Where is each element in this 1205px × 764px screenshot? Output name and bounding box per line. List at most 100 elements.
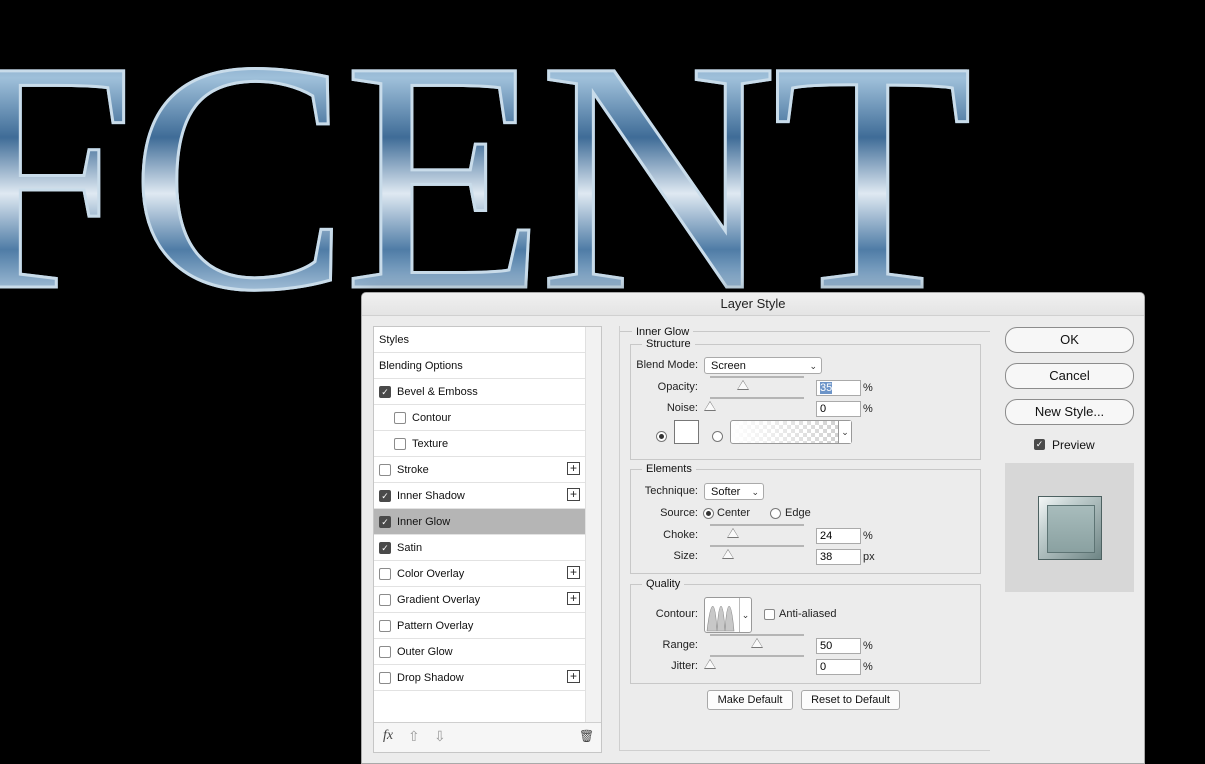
new-style-button[interactable]: New Style...	[1005, 399, 1134, 425]
sidebar-checkbox-satin[interactable]: ✓	[379, 541, 391, 554]
trash-icon[interactable]: 🗑	[579, 729, 594, 743]
choke-label: Choke:	[663, 529, 698, 541]
noise-input[interactable]: 0	[816, 401, 861, 417]
move-down-icon[interactable]: ⇩	[434, 728, 446, 745]
structure-title: Structure	[642, 338, 695, 350]
sidebar-item-satin[interactable]: ✓ Satin	[374, 535, 585, 561]
sidebar-checkbox-stroke[interactable]	[379, 463, 391, 476]
move-up-icon[interactable]: ⇧	[408, 728, 420, 745]
gradient-radio[interactable]	[712, 431, 723, 442]
jitter-label: Jitter:	[671, 660, 698, 672]
add-effect-icon[interactable]: +	[567, 462, 580, 475]
jitter-input[interactable]: 0	[816, 659, 861, 675]
sidebar-checkbox-pattern-overlay[interactable]	[379, 619, 391, 632]
sidebar-checkbox-bevel-emboss[interactable]: ✓	[379, 385, 391, 398]
solid-color-radio[interactable]	[656, 431, 667, 442]
sidebar-item-bevel-emboss[interactable]: ✓ Bevel & Emboss	[374, 379, 585, 405]
styles-list-scrollbar[interactable]	[585, 327, 601, 722]
sidebar-item-contour[interactable]: Contour	[374, 405, 585, 431]
sidebar-item-label: Texture	[412, 437, 449, 450]
blend-mode-value: Screen	[711, 360, 746, 372]
choke-slider[interactable]	[710, 524, 804, 526]
panel-title: Inner Glow	[632, 326, 694, 338]
elements-title: Elements	[642, 463, 696, 475]
chevron-down-icon[interactable]: ⌄	[739, 598, 751, 632]
sidebar-item-label: Satin	[397, 541, 423, 554]
size-slider[interactable]	[710, 545, 804, 547]
range-slider-thumb[interactable]	[751, 638, 763, 648]
sidebar-item-label: Outer Glow	[397, 645, 453, 658]
gradient-picker[interactable]: ⌄	[730, 420, 852, 444]
inner-glow-panel: Inner Glow Structure Blend Mode: Screen ⌄…	[619, 326, 990, 751]
sidebar-item-styles[interactable]: Styles	[374, 327, 585, 353]
sidebar-checkbox-inner-glow[interactable]: ✓	[379, 515, 391, 528]
glow-color-swatch[interactable]	[674, 420, 699, 444]
opacity-label: Opacity:	[657, 381, 698, 393]
add-effect-icon[interactable]: +	[567, 488, 580, 501]
sidebar-item-label: Color Overlay	[397, 567, 465, 580]
size-input[interactable]: 38	[816, 549, 861, 565]
technique-select[interactable]: Softer ⌄	[704, 483, 764, 500]
sidebar-item-gradient-overlay[interactable]: Gradient Overlay +	[374, 587, 585, 613]
sidebar-item-drop-shadow[interactable]: Drop Shadow +	[374, 665, 585, 691]
sidebar-checkbox-texture[interactable]	[394, 437, 406, 450]
add-effect-icon[interactable]: +	[567, 670, 580, 683]
blend-mode-label: Blend Mode:	[636, 359, 698, 371]
technique-value: Softer	[711, 486, 741, 498]
chevron-down-icon[interactable]: ⌄	[838, 421, 851, 443]
make-default-button[interactable]: Make Default	[707, 690, 793, 710]
sidebar-checkbox-drop-shadow[interactable]	[379, 671, 391, 684]
reset-to-default-button[interactable]: Reset to Default	[801, 690, 900, 710]
opacity-slider-thumb[interactable]	[736, 380, 749, 390]
opacity-slider[interactable]	[710, 376, 804, 378]
sidebar-item-label: Gradient Overlay	[397, 593, 481, 606]
blend-mode-select[interactable]: Screen ⌄	[704, 357, 822, 374]
sidebar-item-stroke[interactable]: Stroke +	[374, 457, 585, 483]
ok-button[interactable]: OK	[1005, 327, 1134, 353]
choke-slider-thumb[interactable]	[726, 528, 739, 538]
contour-label: Contour:	[655, 608, 698, 620]
styles-list-footer: fx ⇧ ⇩ 🗑	[374, 722, 601, 752]
sidebar-item-pattern-overlay[interactable]: Pattern Overlay	[374, 613, 585, 639]
opacity-input[interactable]: 35	[816, 380, 861, 396]
preview-checkbox[interactable]: ✓	[1034, 439, 1045, 450]
opacity-unit: %	[863, 382, 873, 394]
noise-slider[interactable]	[710, 397, 804, 399]
range-input[interactable]: 50	[816, 638, 861, 654]
choke-unit: %	[863, 530, 873, 542]
chevron-down-icon: ⌄	[751, 487, 759, 497]
sidebar-item-color-overlay[interactable]: Color Overlay +	[374, 561, 585, 587]
sidebar-item-label: Pattern Overlay	[397, 619, 474, 632]
sidebar-checkbox-outer-glow[interactable]	[379, 645, 391, 658]
contour-picker[interactable]: ⌄	[704, 597, 752, 633]
choke-input[interactable]: 24	[816, 528, 861, 544]
technique-label: Technique:	[644, 485, 698, 497]
sidebar-item-outer-glow[interactable]: Outer Glow	[374, 639, 585, 665]
style-preview	[1005, 463, 1134, 592]
sidebar-item-label: Inner Shadow	[397, 489, 465, 502]
jitter-slider[interactable]	[710, 655, 804, 657]
range-slider[interactable]	[710, 634, 804, 636]
size-label: Size:	[673, 550, 698, 562]
source-edge-radio[interactable]	[770, 508, 781, 519]
add-effect-icon[interactable]: +	[567, 566, 580, 579]
add-effect-icon[interactable]: +	[567, 592, 580, 605]
sidebar-checkbox-inner-shadow[interactable]: ✓	[379, 489, 391, 502]
jitter-unit: %	[863, 661, 873, 673]
sidebar-item-label: Styles	[379, 333, 409, 346]
sidebar-item-inner-glow[interactable]: ✓ Inner Glow	[374, 509, 585, 535]
sidebar-item-inner-shadow[interactable]: ✓ Inner Shadow +	[374, 483, 585, 509]
jitter-slider-thumb[interactable]	[704, 659, 716, 669]
sidebar-checkbox-color-overlay[interactable]	[379, 567, 391, 580]
sidebar-checkbox-contour[interactable]	[394, 411, 406, 424]
anti-aliased-checkbox[interactable]	[764, 609, 775, 620]
range-unit: %	[863, 640, 873, 652]
fx-icon[interactable]: fx	[383, 728, 393, 744]
size-slider-thumb[interactable]	[721, 549, 734, 559]
cancel-button[interactable]: Cancel	[1005, 363, 1134, 389]
source-center-radio[interactable]	[703, 508, 714, 519]
sidebar-item-texture[interactable]: Texture	[374, 431, 585, 457]
noise-slider-thumb[interactable]	[704, 401, 716, 411]
sidebar-checkbox-gradient-overlay[interactable]	[379, 593, 391, 606]
sidebar-item-blending-options[interactable]: Blending Options	[374, 353, 585, 379]
